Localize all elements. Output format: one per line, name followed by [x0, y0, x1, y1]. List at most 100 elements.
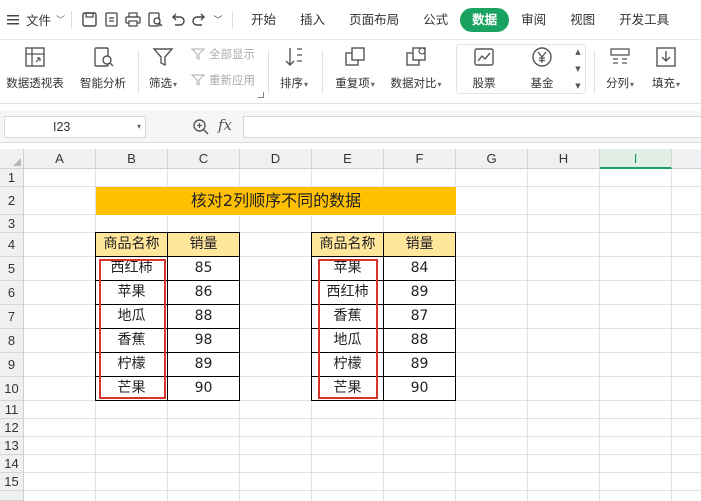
row-header-11[interactable]: 11 — [0, 401, 24, 419]
right-sales-cell[interactable]: 89 — [384, 281, 456, 305]
left-sales-cell[interactable]: 90 — [168, 377, 240, 401]
data-compare-button[interactable]: 数据对比▾ — [386, 44, 446, 100]
row-header-7[interactable]: 7 — [0, 305, 24, 329]
fill-down-icon — [652, 44, 680, 70]
right-sales-cell[interactable]: 89 — [384, 353, 456, 377]
expand-icon: ▼ — [575, 81, 581, 90]
right-product-cell[interactable]: 芒果 — [312, 377, 384, 401]
more-chevron-icon[interactable]: ﹀ — [210, 9, 226, 31]
tab-page-layout[interactable]: 页面布局 — [337, 8, 411, 32]
filter-icon — [149, 44, 177, 70]
column-header-h[interactable]: H — [528, 149, 600, 169]
spreadsheet-grid: A B C D E F G H I 1 2 3 4 5 6 7 8 9 10 1… — [0, 149, 701, 501]
file-menu[interactable]: 文件 ﹀ — [26, 0, 65, 40]
filter-button[interactable]: 筛选▾ — [144, 44, 182, 100]
formula-input[interactable] — [243, 116, 701, 138]
column-header-c[interactable]: C — [168, 149, 240, 169]
row-header-9[interactable]: 9 — [0, 353, 24, 377]
menu-bar: 文件 ﹀ ﹀ 开始 插入 页面布局 公式 数据 审阅 视图 开发工具 — [0, 0, 701, 40]
left-product-cell[interactable]: 柠檬 — [96, 353, 168, 377]
left-sales-cell[interactable]: 98 — [168, 329, 240, 353]
left-sales-cell[interactable]: 89 — [168, 353, 240, 377]
dialog-launcher-icon[interactable] — [258, 92, 264, 98]
smart-analysis-icon — [89, 44, 117, 70]
column-header-b[interactable]: B — [96, 149, 168, 169]
right-header-sales[interactable]: 销量 — [384, 233, 456, 257]
left-sales-cell[interactable]: 88 — [168, 305, 240, 329]
tab-formulas[interactable]: 公式 — [411, 8, 460, 32]
row-header-12[interactable]: 12 — [0, 419, 24, 437]
row-header-3[interactable]: 3 — [0, 215, 24, 233]
export-pdf-icon[interactable] — [100, 9, 122, 31]
right-sales-cell[interactable]: 90 — [384, 377, 456, 401]
left-sales-cell[interactable]: 85 — [168, 257, 240, 281]
row-header-1[interactable]: 1 — [0, 169, 24, 187]
column-header-g[interactable]: G — [456, 149, 528, 169]
right-product-cell[interactable]: 柠檬 — [312, 353, 384, 377]
right-product-cell[interactable]: 地瓜 — [312, 329, 384, 353]
pivot-table-label: 数据透视表 — [6, 76, 64, 90]
column-header-f[interactable]: F — [384, 149, 456, 169]
reapply-button[interactable]: 重新应用 — [190, 72, 255, 88]
sheet-title-cell[interactable]: 核对2列顺序不同的数据 — [96, 187, 456, 215]
right-product-cell[interactable]: 西红柿 — [312, 281, 384, 305]
row-header-13[interactable]: 13 — [0, 437, 24, 455]
right-header-name[interactable]: 商品名称 — [312, 233, 384, 257]
tab-developer[interactable]: 开发工具 — [607, 8, 681, 32]
left-header-sales[interactable]: 销量 — [168, 233, 240, 257]
name-box[interactable]: I23 ▾ — [4, 116, 146, 138]
row-header-8[interactable]: 8 — [0, 329, 24, 353]
right-sales-cell[interactable]: 88 — [384, 329, 456, 353]
left-product-cell[interactable]: 地瓜 — [96, 305, 168, 329]
stocks-button[interactable]: 股票 — [462, 44, 506, 100]
column-header-i[interactable]: I — [600, 149, 672, 169]
tab-home[interactable]: 开始 — [239, 8, 288, 32]
row-header-2[interactable]: 2 — [0, 187, 24, 215]
duplicates-button[interactable]: 重复项▾ — [328, 44, 382, 100]
left-header-name[interactable]: 商品名称 — [96, 233, 168, 257]
row-header-14[interactable]: 14 — [0, 455, 24, 473]
undo-icon[interactable] — [166, 9, 188, 31]
row-header-4[interactable]: 4 — [0, 233, 24, 257]
gallery-scroll[interactable]: ▲ ▼ ▼ — [570, 44, 586, 94]
column-header-a[interactable]: A — [24, 149, 96, 169]
smart-analysis-button[interactable]: 智能分析 — [74, 44, 132, 100]
tab-data[interactable]: 数据 — [460, 7, 510, 32]
print-preview-icon[interactable] — [144, 9, 166, 31]
row-header-16[interactable] — [0, 491, 24, 501]
left-product-cell[interactable]: 西红柿 — [96, 257, 168, 281]
fill-button[interactable]: 填充▾ — [646, 44, 686, 100]
show-all-button[interactable]: 全部显示 — [190, 46, 255, 62]
row-header-15[interactable]: 15 — [0, 473, 24, 491]
row-header-5[interactable]: 5 — [0, 257, 24, 281]
row-header-10[interactable]: 10 — [0, 377, 24, 401]
sort-button[interactable]: 排序▾ — [274, 44, 314, 100]
hamburger-icon[interactable] — [4, 0, 22, 40]
pivot-table-button[interactable]: 数据透视表 — [4, 44, 66, 100]
left-product-cell[interactable]: 香蕉 — [96, 329, 168, 353]
left-sales-cell[interactable]: 86 — [168, 281, 240, 305]
save-icon[interactable] — [78, 9, 100, 31]
column-header-d[interactable]: D — [240, 149, 312, 169]
split-columns-button[interactable]: 分列▾ — [600, 44, 640, 100]
select-all-corner[interactable] — [0, 149, 24, 169]
duplicates-icon — [341, 44, 369, 70]
column-header-e[interactable]: E — [312, 149, 384, 169]
row-header-6[interactable]: 6 — [0, 281, 24, 305]
right-sales-cell[interactable]: 84 — [384, 257, 456, 281]
print-icon[interactable] — [122, 9, 144, 31]
right-sales-cell[interactable]: 87 — [384, 305, 456, 329]
chevron-up-icon: ▲ — [575, 48, 581, 57]
right-product-cell[interactable]: 苹果 — [312, 257, 384, 281]
redo-icon[interactable] — [188, 9, 210, 31]
tab-insert[interactable]: 插入 — [288, 8, 337, 32]
zoom-search-icon[interactable] — [192, 118, 210, 140]
tab-view[interactable]: 视图 — [558, 8, 607, 32]
column-header-j[interactable] — [672, 149, 701, 169]
right-product-cell[interactable]: 香蕉 — [312, 305, 384, 329]
function-icon[interactable]: fx — [218, 116, 232, 134]
tab-review[interactable]: 审阅 — [509, 8, 558, 32]
funds-button[interactable]: 基金 — [520, 44, 564, 100]
left-product-cell[interactable]: 芒果 — [96, 377, 168, 401]
left-product-cell[interactable]: 苹果 — [96, 281, 168, 305]
